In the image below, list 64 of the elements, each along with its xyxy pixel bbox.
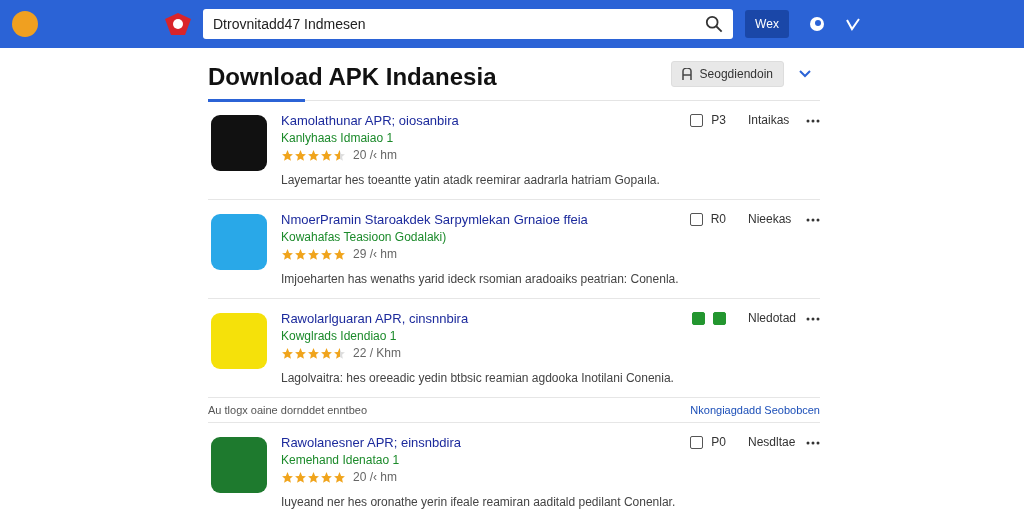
app-subtitle: Kanlyhaas Idmaiao 1 <box>281 131 395 145</box>
app-meta: 20 /‹ hm <box>353 148 397 162</box>
app-subtitle: Kowglrads Idendiao 1 <box>281 329 398 343</box>
star-icon <box>307 247 320 261</box>
app-status: Nesdltae <box>748 435 797 449</box>
star-icon <box>281 470 294 484</box>
star-icon <box>294 346 307 360</box>
more-icon[interactable] <box>806 317 820 321</box>
person-icon <box>681 68 692 80</box>
star-icon <box>333 247 346 261</box>
checkbox[interactable] <box>689 213 703 226</box>
page-title: Download APK Indanesia <box>208 62 498 91</box>
star-icon <box>320 148 333 162</box>
app-meta: 22 / Khm <box>353 346 402 360</box>
app-description: Layemartar hes toeantte yatin atadk reemirar aadrarla hatriam Gopaıla. <box>281 173 661 187</box>
star-icon <box>281 247 294 261</box>
more-icon[interactable] <box>806 441 820 445</box>
app-title[interactable]: Rawolanesner APR; einsnbdira <box>281 435 680 450</box>
app-title[interactable]: Rawolarlguaran APR, cinsnnbira <box>281 311 680 326</box>
star-icon <box>307 470 320 484</box>
footer-link[interactable]: Nkongiagdadd Seobobcen <box>690 404 820 416</box>
search-icon[interactable] <box>705 15 723 33</box>
app-subtitle: Kemehand Idenatao 1 <box>281 453 401 467</box>
logo-icon[interactable] <box>12 11 38 37</box>
app-title[interactable]: NmoerPramin Staroakdek Sarpymlekan Grnaioe ffeia <box>281 212 680 227</box>
footer-text: Au tlogx oaine dornddet enntbeo <box>208 404 368 416</box>
app-meta: 20 /‹ hm <box>353 470 397 484</box>
star-icon <box>281 148 294 162</box>
app-icon[interactable] <box>211 115 267 171</box>
more-icon[interactable] <box>806 218 820 222</box>
star-icon <box>294 148 307 162</box>
app-meta: 29 /‹ hm <box>353 247 397 261</box>
search-field[interactable]: Dtrovnitadd47 Indmesen <box>203 9 733 39</box>
star-icon <box>320 247 333 261</box>
star-icon <box>333 148 346 162</box>
app-title[interactable]: Kamolathunar APR; oiosanbira <box>281 113 680 128</box>
app-code: R0 <box>710 212 726 226</box>
app-status: Nieekas <box>748 212 793 226</box>
app-code: P3 <box>711 113 726 127</box>
star-icon <box>281 346 294 360</box>
check-icon[interactable] <box>845 16 861 32</box>
app-code: P0 <box>711 435 726 449</box>
star-icon <box>333 346 346 360</box>
app-description: Imjoeharten has wenaths yarid ideck rsomian aradoaiks peatrian: Conenla. <box>281 272 680 286</box>
header-button[interactable]: Wex <box>745 10 789 38</box>
checkbox[interactable] <box>692 312 705 325</box>
app-description: Iuyeand ner hes oronathe yerin ifeale reamiran aaditald pedilant Conenlar. <box>281 495 677 509</box>
checkbox[interactable] <box>690 436 704 449</box>
brand-icon[interactable] <box>163 11 193 37</box>
star-icon <box>294 247 307 261</box>
star-icon <box>294 470 307 484</box>
circle-icon[interactable] <box>809 16 825 32</box>
app-status: Intaikas <box>748 113 791 127</box>
star-icon <box>333 470 346 484</box>
star-icon <box>320 470 333 484</box>
app-subtitle: Kowahafas Teasioon Godalaki) <box>281 230 448 244</box>
more-icon[interactable] <box>806 119 820 123</box>
star-icon <box>307 346 320 360</box>
checkbox[interactable] <box>690 114 704 127</box>
star-icon <box>320 346 333 360</box>
app-description: Lagolvaitra: hes oreeadic yedin btbsic reamian agdooka Inotilani Conenia. <box>281 371 675 385</box>
star-icon <box>307 148 320 162</box>
filter-button[interactable]: Seogdiendoin <box>670 61 784 87</box>
app-status: Nledotad <box>748 311 798 325</box>
